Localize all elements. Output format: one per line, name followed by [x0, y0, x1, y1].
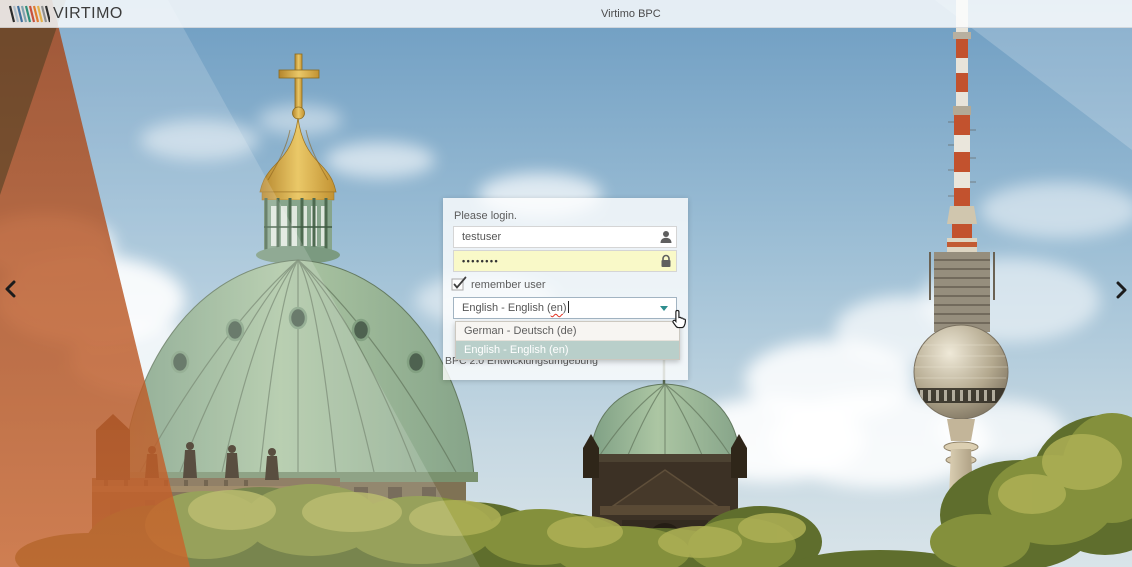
language-value-prefix: English - English (: [462, 302, 551, 314]
login-screen: VIRTIMO Virtimo BPC Please login. rememb…: [0, 0, 1132, 567]
remember-checkbox[interactable]: [451, 276, 468, 292]
password-input[interactable]: [453, 250, 677, 272]
language-option-list: German - Deutsch (de) English - English …: [455, 321, 680, 360]
language-dropdown-trigger[interactable]: [654, 298, 676, 318]
login-heading: Please login.: [454, 210, 517, 222]
language-option-english[interactable]: English - English (en): [456, 341, 679, 359]
app-title: Virtimo BPC: [601, 8, 661, 20]
language-option-german[interactable]: German - Deutsch (de): [456, 322, 679, 341]
carousel-prev-arrow[interactable]: [4, 280, 18, 298]
username-input[interactable]: [453, 226, 677, 248]
carousel-next-arrow[interactable]: [1114, 281, 1128, 299]
language-value-suffix: ): [562, 302, 567, 314]
logo-text: VIRTIMO: [53, 5, 123, 22]
chevron-down-icon: [660, 306, 668, 311]
virtimo-logo: VIRTIMO: [8, 4, 123, 24]
language-value-word: en: [550, 302, 563, 314]
virtimo-logo-mark: [8, 5, 50, 23]
header-bar: VIRTIMO Virtimo BPC: [0, 0, 1132, 28]
language-combobox[interactable]: English - English (en): [453, 297, 677, 319]
text-caret: [567, 301, 569, 313]
remember-user-label: remember user: [471, 279, 546, 291]
